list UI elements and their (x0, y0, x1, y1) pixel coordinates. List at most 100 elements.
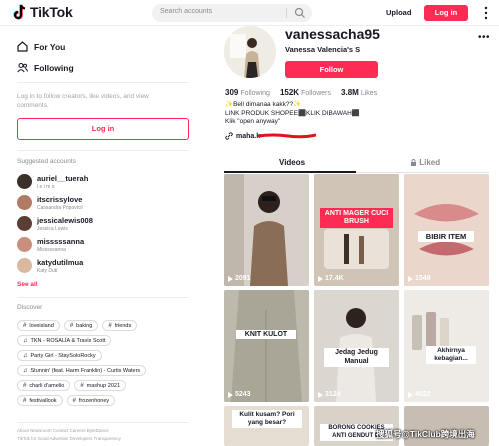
view-count-text: 2091 (235, 275, 251, 282)
tag-label: charli d'amelio (29, 382, 65, 389)
video-thumbnail[interactable]: Jedag Jedug Manual 3124 (314, 290, 399, 402)
avatar (17, 258, 32, 273)
bio-line: Klik "open anyway" (225, 118, 281, 125)
tab-videos[interactable]: Videos (279, 158, 305, 167)
view-count-text: 3124 (325, 391, 341, 398)
account-name: Misssssanna (37, 247, 66, 253)
hashtag-chip[interactable]: # frozenhoney (66, 395, 116, 406)
nav-following-label: Following (34, 62, 74, 73)
hashtag-chip[interactable]: # charli d'amelio (17, 380, 71, 391)
video-thumbnail[interactable]: Kulit kusam? Pori yang besar? (224, 406, 309, 446)
suggested-account[interactable]: katydutilmua Katy Duti (17, 257, 197, 277)
tag-row: # charli d'amelio # mashup 2021 (17, 380, 197, 391)
more-options-icon[interactable]: ••• (478, 32, 490, 43)
hashtag-chip[interactable]: # loveisland (17, 320, 60, 331)
video-caption: KNIT KULOT (236, 330, 296, 339)
bio-line: ✨Bell dimanaa kakk??✨ (225, 101, 302, 108)
video-thumbnail[interactable]: Akhirnya kebagian... 4022 (404, 290, 489, 402)
music-chip[interactable]: ♫ Party Girl - StaySoloRocky (17, 350, 102, 361)
video-caption: BIBIR ITEM (418, 231, 474, 242)
tag-label: TKN - ROSALÍA & Travis Scott (30, 337, 106, 344)
avatar (17, 216, 32, 231)
tag-row: ♫ Party Girl - StaySoloRocky (17, 350, 197, 361)
view-count: 17.4K (318, 275, 344, 282)
play-icon (228, 391, 233, 398)
sidebar-divider (17, 422, 189, 423)
suggested-account[interactable]: jessicalewis008 Jessica Lewis (17, 215, 197, 235)
profile-stats: 309 Following 152K Followers 3.8M Likes (225, 88, 377, 97)
profile-link[interactable]: maha.k (225, 132, 260, 140)
footer-line[interactable]: About Newsroom Contact Careers ByteDance (17, 427, 197, 435)
music-chip[interactable]: ♫ Stunnin' (feat. Harm Franklin) - Curtis… (17, 365, 147, 376)
video-caption: Kulit kusam? Pori yang besar? (232, 410, 302, 428)
top-bar: TikTok Search accounts Upload Log in (0, 0, 499, 26)
avatar (17, 174, 32, 189)
login-hint: Log in to follow creators, like videos, … (17, 93, 149, 109)
nav-following[interactable]: Following (17, 62, 74, 73)
sidebar-divider (17, 82, 189, 83)
music-icon: ♫ (23, 337, 28, 344)
suggested-account[interactable]: itscrissylove Cassandra Popovicii (17, 194, 197, 214)
view-count: 4022 (408, 391, 431, 398)
video-thumbnail[interactable]: BIBIR ITEM 1549 (404, 174, 489, 286)
account-username: misssssanna (37, 237, 85, 246)
video-caption: ANTI MAGER CUCI BRUSH (320, 208, 393, 228)
discover-title: Discover (17, 304, 43, 311)
header-login-button[interactable]: Log in (424, 5, 468, 21)
active-tab-indicator (224, 171, 356, 173)
profile-avatar (224, 26, 276, 78)
sidebar-login-button[interactable]: Log in (17, 118, 189, 140)
play-icon (408, 391, 413, 398)
search-icon[interactable] (294, 7, 306, 19)
more-menu-icon[interactable] (484, 5, 488, 21)
account-username: auriel__tuerah (37, 174, 89, 183)
upload-link[interactable]: Upload (386, 8, 411, 17)
view-count: 1549 (408, 275, 431, 282)
hashtag-icon: # (23, 397, 27, 404)
video-thumbnail[interactable]: KNIT KULOT 5243 (224, 290, 309, 402)
profile-username: vanessacha95 (285, 26, 380, 42)
nav-for-you-label: For You (34, 41, 66, 52)
see-all-link[interactable]: See all (17, 281, 38, 288)
hashtag-chip[interactable]: # friends (102, 320, 138, 331)
suggested-account[interactable]: auriel__tuerah l e i m o (17, 173, 197, 193)
lock-icon (411, 159, 416, 166)
hashtag-icon: # (69, 322, 74, 329)
video-image (314, 290, 399, 402)
tab-liked[interactable]: Liked (410, 158, 440, 167)
account-name: Katy Duti (37, 268, 58, 274)
footer-line[interactable]: TikTok for Good Advertise Developers Tra… (17, 435, 197, 443)
tag-label: Party Girl - StaySoloRocky (30, 352, 96, 359)
profile-avatar-image (224, 26, 276, 78)
search-input[interactable]: Search accounts (152, 4, 312, 22)
hashtag-chip[interactable]: # festivallook (17, 395, 63, 406)
video-thumbnail[interactable]: BORONG COOKIES ANTI GENDUT DI (314, 406, 399, 446)
stat-likes: 3.8M Likes (341, 88, 377, 97)
sidebar-divider (17, 150, 189, 151)
link-text: maha.k (236, 132, 261, 140)
tiktok-logo-icon (13, 4, 26, 20)
tiktok-logo[interactable]: TikTok (13, 4, 73, 20)
tag-row: # loveisland # baking # friends (17, 320, 197, 331)
view-count: 5243 (228, 391, 251, 398)
account-username: katydutilmua (37, 258, 84, 267)
search-divider (286, 8, 287, 18)
hashtag-icon: # (80, 382, 84, 389)
video-thumbnail[interactable]: 2091 (224, 174, 309, 286)
hashtag-chip[interactable]: # mashup 2021 (74, 380, 127, 391)
tag-label: festivallook (29, 397, 57, 404)
profile-nickname: Vanessa Valencia's S (285, 45, 361, 54)
account-name: Jessica Lewis (37, 226, 68, 232)
music-icon: ♫ (23, 367, 28, 374)
suggested-account[interactable]: misssssanna Misssssanna (17, 236, 197, 256)
tag-label: frozenhoney (78, 397, 110, 404)
music-chip[interactable]: ♫ TKN - ROSALÍA & Travis Scott (17, 335, 112, 346)
hashtag-icon: # (72, 397, 76, 404)
video-thumbnail[interactable] (404, 406, 489, 446)
tag-row: # festivallook # frozenhoney (17, 395, 197, 406)
video-thumbnail[interactable]: ANTI MAGER CUCI BRUSH 17.4K (314, 174, 399, 286)
tag-label: friends (114, 322, 132, 329)
nav-for-you[interactable]: For You (17, 41, 65, 52)
hashtag-chip[interactable]: # baking (63, 320, 99, 331)
follow-button[interactable]: Follow (285, 61, 378, 78)
